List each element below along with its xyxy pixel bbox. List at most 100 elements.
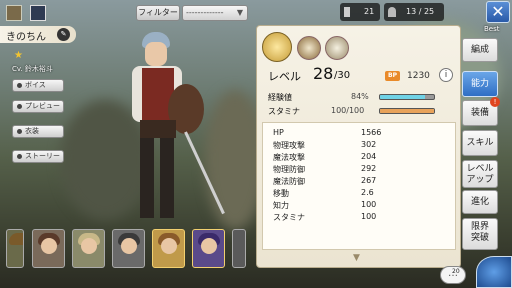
tab-3[interactable]: スキル [462,130,498,156]
character-name: きのちん [6,32,46,43]
stat-row: 移動 2.6 [263,188,457,199]
top-bar: フィルター ------------- ▼ 21 13 / 25 ✕ Best [0,0,512,33]
portrait-face [81,238,97,254]
best-label: Best [484,25,500,33]
bp-value: 1230 [407,71,430,81]
tab-0[interactable]: 編成 [462,38,498,62]
exp-bar-fill [380,95,426,99]
portrait-face [201,238,217,254]
alert-badge-icon: ! [490,97,500,107]
chevron-down-icon[interactable]: ▼ [353,253,360,263]
close-button[interactable]: ✕ [486,1,510,23]
tab-label: レベル アップ [466,164,494,185]
stat-row: 魔法攻撃 204 [263,152,457,163]
bullet-icon [17,129,22,134]
stat-value: 100 [361,212,377,221]
hero-figure [112,32,225,232]
stat-name: 魔法攻撃 [273,153,305,162]
preview-button-label: プレビュー [25,102,60,110]
portrait-item[interactable] [112,229,145,268]
tab-label: 限界 突破 [470,222,489,243]
stats-table: HP 1566 物理攻撃 302 魔法攻撃 204 物理防御 292 魔法防御 267 移動 2.6 知… [262,122,456,250]
voice-actor-label: Cv. 鈴木裕斗 [12,65,53,73]
level-max: /30 [334,70,351,81]
portrait-face [121,238,137,254]
tab-label: 装備 [470,108,489,118]
level-value: 28 [313,64,334,83]
stat-value: 100 [361,200,377,209]
filter-dropdown[interactable]: ------------- ▼ [182,5,248,21]
tab-label: 能力 [470,79,489,89]
edit-name-icon[interactable]: ✎ [57,28,70,41]
filter-button[interactable]: フィルター [136,5,180,21]
stat-name: HP [273,128,284,137]
info-button[interactable]: i [439,68,453,82]
stat-value: 302 [361,140,377,149]
stat-row: 魔法防御 267 [263,176,457,187]
stat-row: 物理攻撃 302 [263,140,457,151]
counter2-value: 13 / 25 [406,7,435,16]
stat-value: 204 [361,152,377,161]
stat-name: スタミナ [273,213,305,222]
bullet-icon [17,104,22,109]
tab-label: 進化 [470,197,489,207]
voice-button-label: ボイス [25,81,46,89]
exp-label: 経験値 [268,93,292,102]
menu-corner-button[interactable] [476,256,512,288]
stat-name: 魔法防御 [273,177,305,186]
stamina-bar [379,108,435,114]
tab-4[interactable]: レベル アップ [462,160,498,188]
portrait-hair [9,233,23,245]
portrait-item[interactable] [72,229,105,268]
stat-row: スタミナ 100 [263,212,457,223]
class-crest-icon [262,32,292,62]
portrait-face [41,238,57,254]
bullet-icon [17,83,22,88]
tab-6[interactable]: 限界 突破 [462,218,498,250]
item-counter: 21 [340,3,380,21]
portrait-item[interactable] [6,229,24,268]
stamina-value: 100/100 [331,106,365,115]
stat-row: 知力 100 [263,200,457,211]
dropdown-value: ------------- [186,8,224,17]
grid-toggle-icon[interactable] [30,5,46,21]
stat-value: 292 [361,164,377,173]
costume-button[interactable]: 衣装 [12,125,64,138]
sort-icon[interactable] [6,5,22,21]
rarity-star-icon: ★ [14,50,23,61]
costume-button-label: 衣装 [25,127,39,135]
tab-1[interactable]: 能力 [462,71,498,97]
portrait-item[interactable] [152,229,185,268]
character-name-plate: きのちん ✎ [0,26,76,43]
character-portrait-row [6,229,246,269]
stat-row: HP 1566 [263,128,457,139]
portrait-item[interactable] [32,229,65,268]
close-icon: ✕ [491,2,505,21]
bp-icon: BP [385,71,400,81]
voice-button[interactable]: ボイス [12,79,64,92]
portrait-item[interactable] [192,229,225,268]
stat-name: 移動 [273,189,289,198]
tab-label: 編成 [470,45,489,55]
bullet-icon [17,154,22,159]
unit-icon [388,7,396,17]
chat-count: 20 [452,268,460,275]
status-panel: レベル 28 /30 BP 1230 i 経験値 84% スタミナ 100/10… [256,25,461,268]
tab-5[interactable]: 進化 [462,190,498,214]
portrait-item[interactable] [232,229,246,268]
story-button[interactable]: ストーリー [12,150,64,163]
preview-button[interactable]: プレビュー [12,100,64,113]
tab-label: スキル [466,138,494,148]
exp-value: 84% [351,92,369,101]
exp-bar [379,94,435,100]
horse-crest-icon [297,36,321,60]
stat-name: 知力 [273,201,289,210]
portrait-face [161,238,177,254]
unit-counter: 13 / 25 [384,3,444,21]
stat-value: 1566 [361,128,382,137]
tab-2[interactable]: 装備! [462,97,500,126]
element-crest-icon [325,36,349,60]
story-button-label: ストーリー [25,152,60,160]
stat-value: 267 [361,176,377,185]
counter-icon [344,7,350,17]
